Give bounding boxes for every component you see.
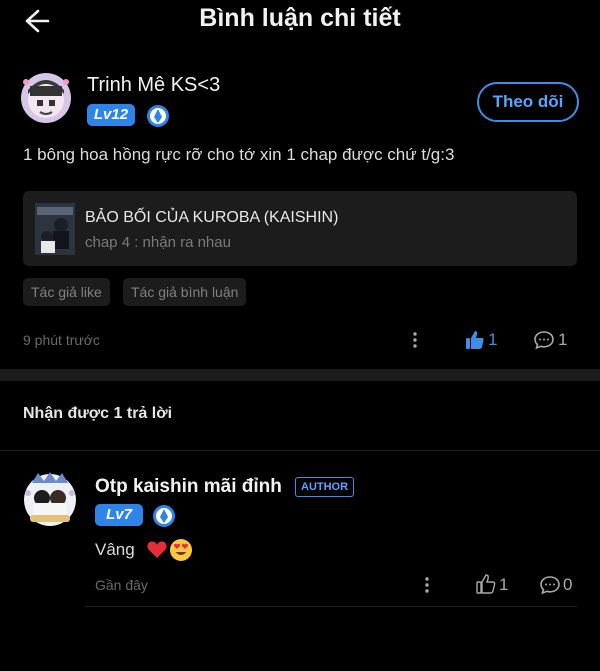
comment-text: 1 bông hoa hồng rực rỡ cho tớ xin 1 chap… <box>23 145 455 164</box>
username[interactable]: Trinh Mê KS<3 <box>87 74 220 97</box>
level-badge: Lv12 <box>87 104 135 126</box>
heart-eyes-icon <box>169 538 193 562</box>
rank-icon <box>146 104 170 128</box>
reply-thumbs-up-icon[interactable] <box>476 574 496 594</box>
like-count: 1 <box>488 330 498 349</box>
section-divider <box>0 369 600 381</box>
follow-button[interactable]: Theo dõi <box>477 82 579 122</box>
reply-avatar[interactable] <box>22 471 78 527</box>
story-card[interactable]: BẢO BỐI CỦA KUROBA (KAISHIN) chap 4 : nh… <box>23 191 577 266</box>
tag-author-comment: Tác giả bình luận <box>123 278 247 306</box>
comment-time: 9 phút trước <box>23 332 100 348</box>
story-title: BẢO BỐI CỦA KUROBA (KAISHIN) <box>85 209 339 226</box>
reply-more-options-icon[interactable] <box>420 575 434 595</box>
reply-bubble-icon[interactable] <box>533 330 555 350</box>
replies-heading: Nhận được 1 trả lời <box>23 405 173 422</box>
heart-icon <box>146 538 168 560</box>
avatar[interactable] <box>20 72 72 124</box>
tag-author-like: Tác giả like <box>23 278 110 306</box>
reply-comment-bubble-icon[interactable] <box>539 575 561 595</box>
reply-count: 1 <box>558 330 568 349</box>
story-chapter: chap 4 : nhận ra nhau <box>85 234 231 251</box>
page-title: Bình luận chi tiết <box>199 4 401 32</box>
thumbs-up-icon[interactable] <box>465 330 485 350</box>
reply-level-badge: Lv7 <box>95 504 143 526</box>
author-badge: AUTHOR <box>295 477 355 497</box>
more-options-icon[interactable] <box>408 330 422 350</box>
reply-divider <box>85 606 577 607</box>
reply-time: Gần đây <box>95 577 148 593</box>
story-thumbnail <box>35 203 75 255</box>
reply-reply-count: 0 <box>563 575 573 594</box>
reply-like-count: 1 <box>499 575 509 594</box>
reply-rank-icon <box>152 504 176 528</box>
reply-text: Vâng <box>95 540 135 559</box>
reply-username[interactable]: Otp kaishin mãi đỉnh <box>95 476 282 498</box>
divider <box>0 450 600 451</box>
